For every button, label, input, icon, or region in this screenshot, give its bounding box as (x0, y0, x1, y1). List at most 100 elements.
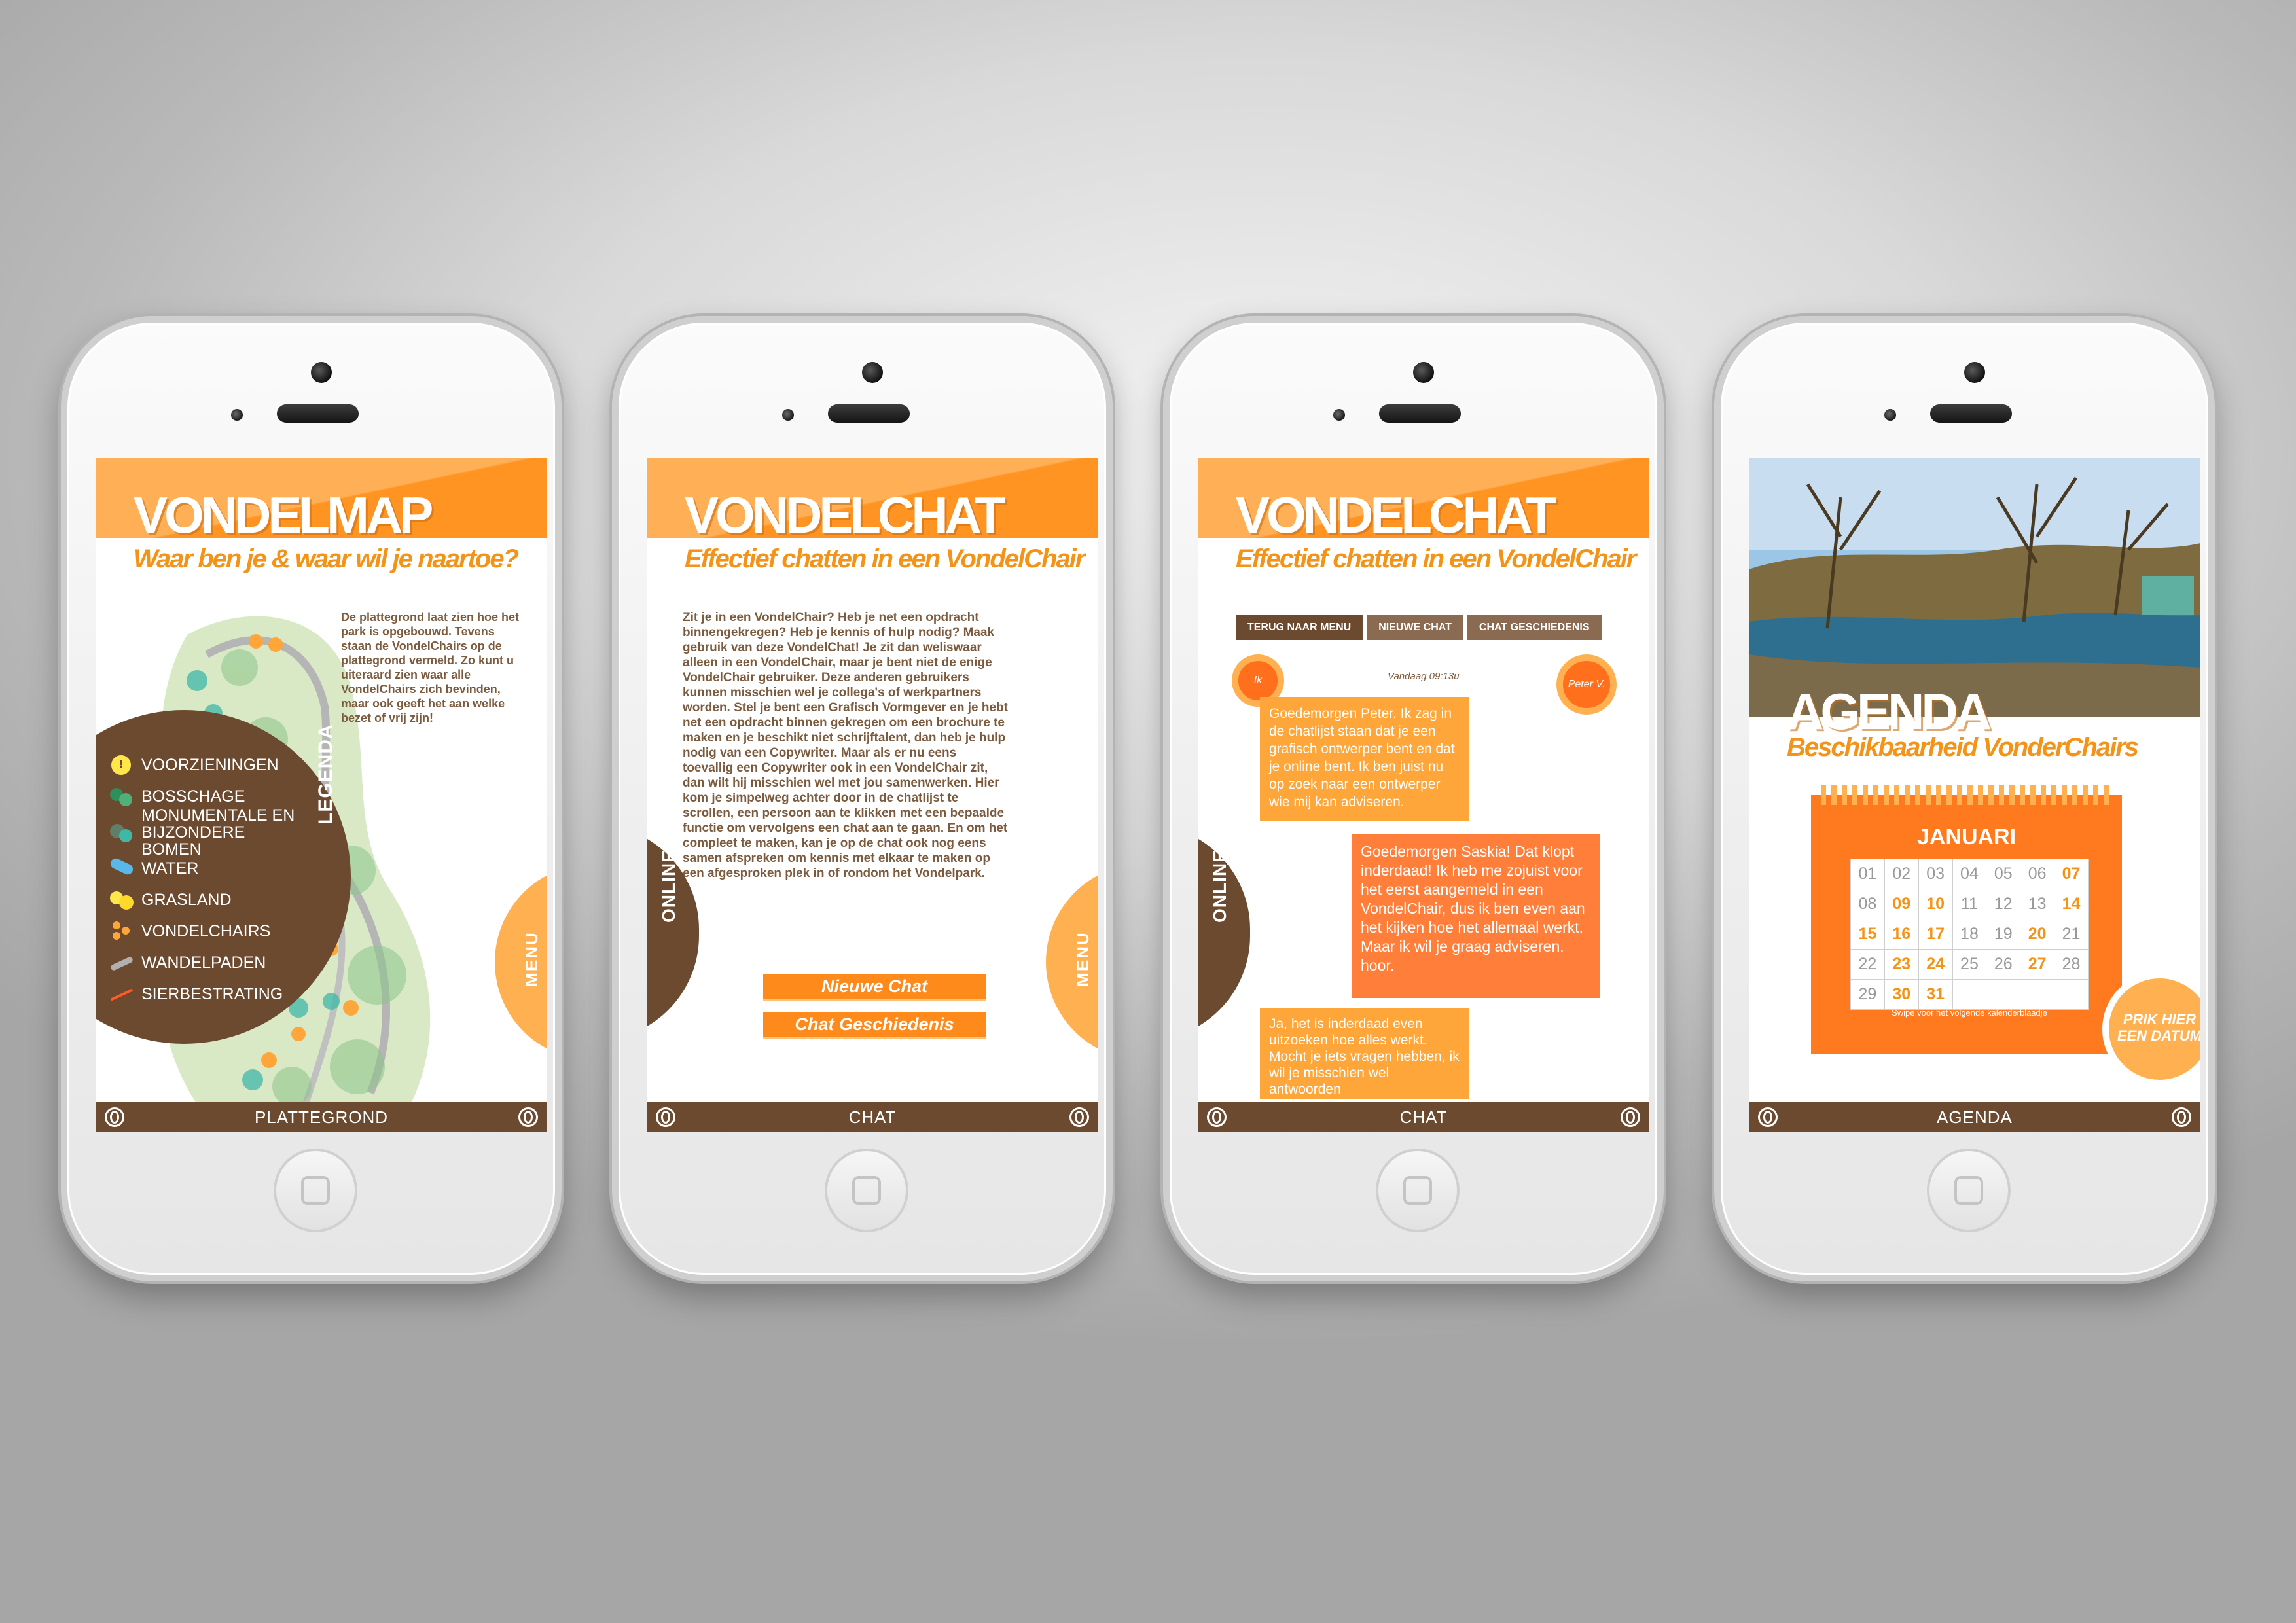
phone-agenda: AGENDA Beschikbaarheid VonderChairs JANU… (1714, 316, 2215, 1281)
phone-vondelmap: VONDELMAP Waar ben je & waar wil je naar… (61, 316, 562, 1281)
calendar-day[interactable]: 28 (2054, 949, 2089, 980)
chat-intro: Zit je in een VondelChair? Heb je net ee… (683, 611, 1008, 880)
calendar-day[interactable]: 20 (2020, 919, 2055, 950)
sensor (1884, 409, 1896, 421)
legend-label: BOSSCHAGE (141, 787, 245, 806)
calendar-day[interactable]: 23 (1884, 949, 1919, 980)
legend-item: VONDELCHAIRS (109, 916, 305, 947)
calendar-day[interactable]: 27 (2020, 949, 2055, 980)
water-icon (109, 857, 135, 880)
decor-path-icon (109, 983, 135, 1005)
pick-date-line2: EEN DATUM (2117, 1027, 2200, 1044)
bottom-bar: CHAT (1198, 1102, 1649, 1132)
calendar-day[interactable]: 13 (2020, 889, 2055, 919)
calendar-day (1986, 979, 2021, 1010)
calendar-day[interactable]: 01 (1850, 859, 1885, 889)
bottom-bar: CHAT (647, 1102, 1098, 1132)
calendar-day (2020, 979, 2055, 1010)
screen: VONDELMAP Waar ben je & waar wil je naar… (96, 458, 547, 1132)
app-subtitle: Effectief chatten in een VondelChair (685, 544, 1085, 573)
new-chat-button[interactable]: NIEUWE CHAT (1367, 615, 1463, 640)
swipe-hint: Swipe voor het volgende kalenderblaadje (1892, 1008, 2047, 1018)
back-to-menu-button[interactable]: TERUG NAAR MENU (1236, 615, 1363, 640)
home-button[interactable] (825, 1149, 908, 1232)
chat-message-me: Goedemorgen Peter. Ik zag in de chatlijs… (1260, 697, 1469, 821)
bottom-bar-label[interactable]: AGENDA (1749, 1107, 2200, 1128)
home-button[interactable] (274, 1149, 357, 1232)
new-chat-button[interactable]: Nieuwe Chat (763, 974, 986, 1001)
legend-label: WANDELPADEN (141, 953, 266, 972)
map-intro: De plattegrond laat zien hoe het park is… (341, 611, 520, 724)
calendar-day[interactable]: 08 (1850, 889, 1885, 919)
calendar-day[interactable]: 05 (1986, 859, 2021, 889)
online-tab[interactable]: ONLINE (1198, 825, 1250, 1041)
chat-history-button[interactable]: CHAT GESCHIEDENIS (1467, 615, 1602, 640)
vondel-logo-icon[interactable] (1621, 1107, 1640, 1127)
calendar-week: 01 02 03 04 05 06 07 (1850, 859, 2089, 889)
speaker (277, 404, 359, 423)
bottom-bar: AGENDA (1749, 1102, 2200, 1132)
vondel-logo-icon[interactable] (1069, 1107, 1089, 1127)
calendar-day[interactable]: 24 (1918, 949, 1953, 980)
speaker (1930, 404, 2012, 423)
home-button[interactable] (1376, 1149, 1460, 1232)
screen: AGENDA Beschikbaarheid VonderChairs JANU… (1749, 458, 2200, 1132)
calendar-day[interactable]: 26 (1986, 949, 2021, 980)
calendar-day[interactable]: 15 (1850, 919, 1885, 950)
vondel-logo-icon[interactable] (2172, 1107, 2191, 1127)
menu-tab[interactable]: MENU (1046, 864, 1098, 1060)
menu-tab[interactable]: MENU (495, 864, 547, 1060)
legend-item: SIERBESTRATING (109, 978, 305, 1010)
camera (1964, 362, 1985, 383)
legend-label: SIERBESTRATING (141, 984, 283, 1003)
calendar-day[interactable]: 22 (1850, 949, 1885, 980)
app-title: VONDELCHAT (1236, 486, 1557, 544)
chat-timestamp: Vandaag 09:13u (1388, 671, 1460, 682)
bottom-bar-label[interactable]: PLATTEGROND (96, 1107, 547, 1128)
calendar-day[interactable]: 31 (1918, 979, 1953, 1010)
calendar-day[interactable]: 17 (1918, 919, 1953, 950)
calendar-day[interactable]: 21 (2054, 919, 2089, 950)
park-photo-image (1749, 458, 2200, 717)
calendar-day (2054, 979, 2089, 1010)
calendar-day[interactable]: 30 (1884, 979, 1919, 1010)
calendar-day[interactable]: 02 (1884, 859, 1919, 889)
calendar-day[interactable]: 25 (1952, 949, 1987, 980)
bottom-bar-label[interactable]: CHAT (1198, 1107, 1649, 1128)
calendar-week: 08 09 10 11 12 13 14 (1850, 889, 2089, 919)
calendar-day[interactable]: 06 (2020, 859, 2055, 889)
vondel-logo-icon[interactable] (518, 1107, 538, 1127)
bottom-bar-label[interactable]: CHAT (647, 1107, 1098, 1128)
calendar-day[interactable]: 14 (2054, 889, 2089, 919)
calendar-day[interactable]: 03 (1918, 859, 1953, 889)
grass-icon (109, 889, 135, 911)
app-subtitle: Beschikbaarheid VonderChairs (1787, 733, 2139, 762)
camera (311, 362, 332, 383)
calendar-grid: 01 02 03 04 05 06 07 08 09 10 11 12 13 14 15 16 17 18 19 20… (1850, 859, 2089, 1010)
app-title: VONDELMAP (134, 486, 433, 544)
path-icon (109, 952, 135, 974)
calendar-day[interactable]: 10 (1918, 889, 1953, 919)
calendar-day[interactable]: 12 (1986, 889, 2021, 919)
calendar-day[interactable]: 09 (1884, 889, 1919, 919)
bush-icon (109, 785, 135, 808)
calendar-day[interactable]: 07 (2054, 859, 2089, 889)
calendar-day[interactable]: 11 (1952, 889, 1987, 919)
home-button[interactable] (1927, 1149, 2011, 1232)
calendar-day[interactable]: 18 (1952, 919, 1987, 950)
phone-vondelchat-conversation: VONDELCHAT Effectief chatten in een Vond… (1163, 316, 1664, 1281)
legend-label: VOORZIENINGEN (141, 755, 279, 774)
chat-history-button[interactable]: Chat Geschiedenis (763, 1012, 986, 1039)
calendar-day[interactable]: 29 (1850, 979, 1885, 1010)
bottom-bar: PLATTEGROND (96, 1102, 547, 1132)
menu-tab-label: MENU (521, 931, 541, 987)
calendar-day[interactable]: 19 (1986, 919, 2021, 950)
calendar-day[interactable]: 04 (1952, 859, 1987, 889)
calendar-day[interactable]: 16 (1884, 919, 1919, 950)
legend-label: GRASLAND (141, 890, 232, 909)
park-photo (1749, 458, 2200, 717)
peter-avatar[interactable]: Peter V. (1556, 654, 1617, 715)
sensor (1333, 409, 1345, 421)
calendar-month: JANUARI (1916, 825, 2017, 849)
online-tab-label: ONLINE (1210, 849, 1230, 923)
